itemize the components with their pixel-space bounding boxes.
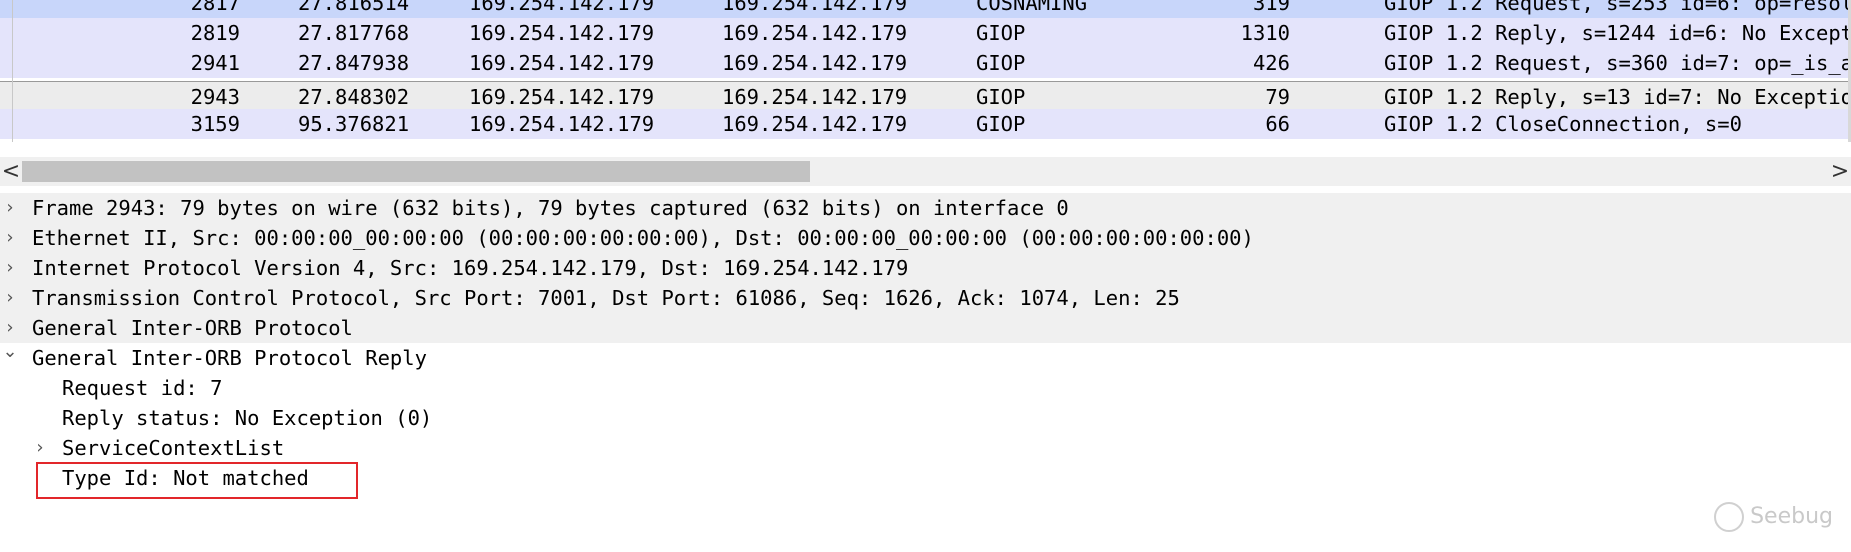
packet-cell-len: 426	[1252, 51, 1290, 75]
seebug-logo-icon	[1714, 502, 1745, 532]
scrollbar-thumb[interactable]	[22, 161, 810, 182]
packet-cell-proto: COSNAMING	[976, 0, 1088, 15]
packet-cell-len: 1310	[1240, 21, 1290, 45]
packet-list-gutter	[0, 0, 13, 142]
horizontal-scrollbar[interactable]: < >	[0, 157, 1851, 186]
tree-node-label: ServiceContextList	[62, 436, 285, 460]
packet-row[interactable]: 2819 27.817768 169.254.142.179 169.254.142.…	[0, 18, 1851, 48]
packet-cell-time: 95.376821	[298, 112, 410, 136]
tree-node-label: Ethernet II, Src: 00:00:00_00:00:00 (00:…	[32, 226, 1254, 250]
chevron-down-icon[interactable]: ⌄	[2, 337, 18, 367]
packet-cell-dst: 169.254.142.179	[722, 85, 908, 109]
packet-cell-src: 169.254.142.179	[469, 21, 655, 45]
annotation-highlight-box	[36, 462, 358, 499]
packet-cell-src: 169.254.142.179	[469, 112, 655, 136]
scroll-left-icon[interactable]: <	[0, 157, 22, 186]
packet-cell-proto: GIOP	[976, 85, 1026, 109]
packet-cell-len: 79	[1265, 85, 1290, 109]
packet-cell-proto: GIOP	[976, 51, 1026, 75]
tree-node-label: Reply status: No Exception (0)	[62, 406, 433, 430]
watermark-text: Seebug	[1750, 504, 1833, 529]
tree-node[interactable]: Request id: 7	[0, 373, 1851, 403]
tree-node[interactable]: › General Inter-ORB Protocol	[0, 313, 1851, 343]
packet-cell-proto: GIOP	[976, 21, 1026, 45]
packet-cell-time: 27.816514	[298, 0, 410, 15]
packet-cell-no: 3159	[190, 112, 240, 136]
chevron-right-icon[interactable]: ›	[32, 433, 48, 463]
packet-row[interactable]: 3159 95.376821 169.254.142.179 169.254.142.…	[0, 109, 1851, 139]
packet-cell-len: 66	[1265, 112, 1290, 136]
packet-row[interactable]: 2943 27.848302 169.254.142.179 169.254.142.…	[0, 81, 1851, 111]
tree-node[interactable]: › Ethernet II, Src: 00:00:00_00:00:00 (00…	[0, 223, 1851, 253]
tree-node[interactable]: › ServiceContextList	[0, 433, 1851, 463]
packet-cell-dst: 169.254.142.179	[722, 21, 908, 45]
tree-node-label: General Inter-ORB Protocol Reply	[32, 346, 427, 370]
packet-cell-src: 169.254.142.179	[469, 51, 655, 75]
tree-node-label: Transmission Control Protocol, Src Port:…	[32, 286, 1180, 310]
packet-cell-no: 2817	[190, 0, 240, 15]
packet-cell-time: 27.847938	[298, 51, 410, 75]
packet-cell-info: GIOP 1.2 CloseConnection, s=0	[1384, 112, 1742, 136]
packet-cell-no: 2819	[190, 21, 240, 45]
packet-list: 2817 27.816514 169.254.142.179 169.254.142.…	[0, 0, 1851, 142]
tree-node[interactable]: › Transmission Control Protocol, Src Port…	[0, 283, 1851, 313]
packet-cell-no: 2941	[190, 51, 240, 75]
packet-cell-time: 27.817768	[298, 21, 410, 45]
scroll-right-icon[interactable]: >	[1829, 157, 1851, 186]
packet-cell-info: GIOP 1.2 Reply, s=1244 id=6: No Except	[1384, 21, 1851, 45]
seebug-watermark: Seebug	[1714, 502, 1833, 532]
tree-node-label: Frame 2943: 79 bytes on wire (632 bits),…	[32, 196, 1069, 220]
chevron-right-icon[interactable]: ›	[2, 253, 18, 283]
chevron-right-icon[interactable]: ›	[2, 193, 18, 223]
tree-node[interactable]: › Internet Protocol Version 4, Src: 169.2…	[0, 253, 1851, 283]
packet-cell-dst: 169.254.142.179	[722, 51, 908, 75]
packet-row[interactable]: 2817 27.816514 169.254.142.179 169.254.142.…	[0, 0, 1851, 18]
tree-node-label: Internet Protocol Version 4, Src: 169.25…	[32, 256, 909, 280]
packet-cell-len: 319	[1252, 0, 1290, 15]
packet-cell-no: 2943	[190, 85, 240, 109]
packet-cell-dst: 169.254.142.179	[722, 0, 908, 15]
packet-cell-proto: GIOP	[976, 112, 1026, 136]
tree-node[interactable]: ⌄ General Inter-ORB Protocol Reply	[0, 341, 1851, 373]
packet-cell-dst: 169.254.142.179	[722, 112, 908, 136]
tree-node[interactable]: › Frame 2943: 79 bytes on wire (632 bits)…	[0, 193, 1851, 223]
packet-cell-info: GIOP 1.2 Request, s=360 id=7: op=_is_a	[1384, 51, 1851, 75]
packet-cell-src: 169.254.142.179	[469, 0, 655, 15]
packet-cell-info: GIOP 1.2 Request, s=253 id=6: op=resol	[1384, 0, 1851, 15]
tree-node-label: General Inter-ORB Protocol	[32, 316, 353, 340]
packet-row[interactable]: 2941 27.847938 169.254.142.179 169.254.142.…	[0, 48, 1851, 78]
packet-cell-info: GIOP 1.2 Reply, s=13 id=7: No Exceptio	[1384, 85, 1851, 109]
packet-cell-time: 27.848302	[298, 85, 410, 109]
tree-node[interactable]: Reply status: No Exception (0)	[0, 403, 1851, 433]
tree-node-label: Request id: 7	[62, 376, 223, 400]
chevron-right-icon[interactable]: ›	[2, 223, 18, 253]
chevron-right-icon[interactable]: ›	[2, 283, 18, 313]
packet-cell-src: 169.254.142.179	[469, 85, 655, 109]
